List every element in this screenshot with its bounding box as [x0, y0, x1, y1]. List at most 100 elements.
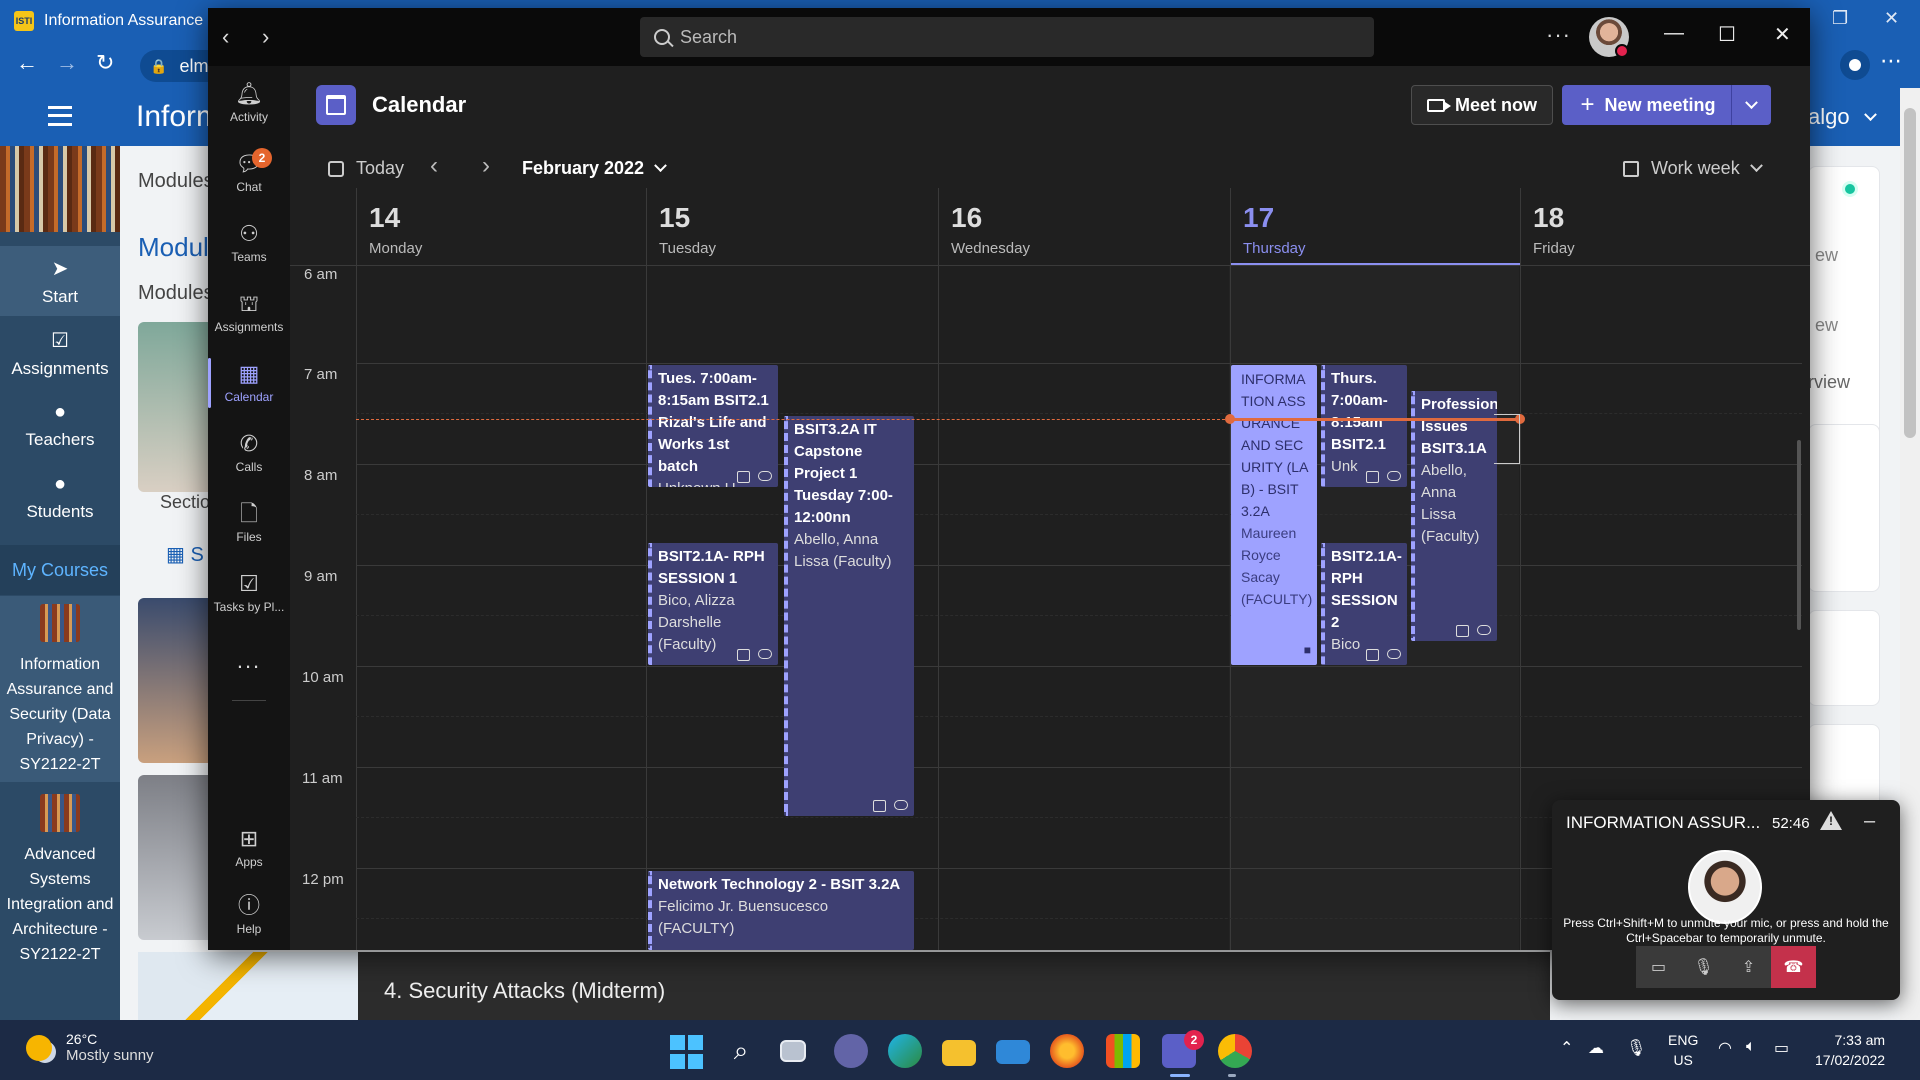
more-apps-icon[interactable]: ...: [208, 648, 290, 674]
calendar-event[interactable]: Thurs. 7:00am-8:15am BSIT2.1 Unk: [1321, 365, 1407, 487]
rail-label: Help: [236, 922, 262, 936]
rail-calendar[interactable]: ▦ Calendar: [208, 350, 290, 416]
calendar-event-active[interactable]: INFORMATION ASSURANCE AND SECURITY (LAB)…: [1231, 365, 1317, 665]
view-switcher[interactable]: Work week: [1623, 158, 1763, 179]
microsoft-store-icon[interactable]: [1106, 1034, 1140, 1068]
weather-widget[interactable]: 26°C Mostly sunny: [26, 1031, 154, 1064]
day-header-monday[interactable]: 14 Monday: [356, 188, 646, 266]
calendar-event[interactable]: BSIT3.2A IT Capstone Project 1 Tuesday 7…: [784, 416, 914, 816]
windows-start-icon[interactable]: [670, 1035, 704, 1069]
restore-icon[interactable]: ❐: [1832, 8, 1848, 29]
system-clock[interactable]: 7:33 am 17/02/2022: [1815, 1030, 1885, 1070]
search-placeholder: Search: [680, 26, 738, 47]
browser-profile-icon[interactable]: [1840, 50, 1870, 80]
rail-files[interactable]: 🗋 Files: [208, 490, 290, 556]
minimize-icon[interactable]: —: [1664, 22, 1684, 45]
module-strip-title[interactable]: 4. Security Attacks (Midterm): [384, 978, 665, 1004]
forward-icon[interactable]: ›: [262, 24, 269, 50]
rail-tasks[interactable]: ☑ Tasks by Pl...: [208, 560, 290, 626]
lms-user-name: algo: [1808, 104, 1850, 129]
calendar-event[interactable]: BSIT2.1A- RPH SESSION 2 Bico: [1321, 543, 1407, 665]
warning-icon[interactable]: [1820, 811, 1842, 830]
today-button[interactable]: Today: [328, 158, 404, 179]
meet-now-button[interactable]: Meet now: [1411, 85, 1553, 125]
hamburger-menu-icon[interactable]: [48, 106, 72, 126]
course-item[interactable]: Information Assurance and Security (Data…: [0, 596, 120, 782]
more-options-icon[interactable]: ···: [1546, 22, 1571, 48]
task-view-icon[interactable]: [780, 1040, 806, 1062]
day-header-thursday[interactable]: 17 Thursday: [1230, 188, 1520, 266]
overview-link[interactable]: rview: [1808, 372, 1880, 416]
day-header-wednesday[interactable]: 16 Wednesday: [938, 188, 1230, 266]
day-header-tuesday[interactable]: 15 Tuesday: [646, 188, 938, 266]
day-header-friday[interactable]: 18 Friday: [1520, 188, 1810, 266]
mail-icon[interactable]: [996, 1040, 1030, 1064]
search-icon[interactable]: ⌕: [724, 1034, 758, 1068]
edge-icon[interactable]: [888, 1034, 922, 1068]
lms-user-menu[interactable]: algo: [1808, 104, 1877, 130]
calendar-event[interactable]: Profession Issues BSIT3.1A Abello, Anna …: [1411, 391, 1497, 641]
lms-nav-label: Teachers: [25, 429, 95, 449]
weather-temp: 26°C: [66, 1031, 98, 1047]
hour-label: 6 am: [304, 266, 338, 283]
new-meeting-dropdown[interactable]: [1731, 85, 1771, 125]
teams-chat-icon[interactable]: [834, 1034, 868, 1068]
my-courses-link[interactable]: My Courses: [0, 545, 120, 595]
close-icon[interactable]: ✕: [1884, 8, 1899, 29]
input-language-indicator[interactable]: ENG US: [1668, 1030, 1698, 1070]
wifi-icon[interactable]: ◠: [1718, 1038, 1732, 1058]
lms-nav-start[interactable]: ➤ Start: [0, 246, 120, 316]
file-explorer-icon[interactable]: [942, 1040, 976, 1066]
back-arrow-icon[interactable]: ←: [16, 50, 38, 76]
rail-activity[interactable]: 🔔︎ Activity: [208, 70, 290, 136]
page-scrollbar[interactable]: [1900, 88, 1920, 1020]
next-week-icon[interactable]: ›: [482, 152, 490, 180]
scrollbar-thumb[interactable]: [1904, 108, 1916, 438]
rail-help[interactable]: ⓘ Help: [208, 882, 290, 948]
browser-menu-icon[interactable]: ⋯: [1880, 48, 1902, 74]
previous-week-icon[interactable]: ‹: [430, 152, 438, 180]
header-divider: [290, 265, 1810, 266]
day-number: 18: [1533, 202, 1565, 233]
battery-icon[interactable]: ▭: [1774, 1038, 1789, 1058]
close-icon[interactable]: ✕: [1774, 22, 1791, 47]
browser-tab[interactable]: ISTI Information Assurance: [14, 6, 203, 36]
lms-nav-students[interactable]: ● Students: [0, 462, 120, 532]
volume-icon[interactable]: 🔈︎: [1746, 1038, 1756, 1056]
calendar-scrollbar[interactable]: [1797, 440, 1801, 630]
calendar-event[interactable]: BSIT2.1A- RPH SESSION 1 Bico, Alizza Dar…: [648, 543, 778, 665]
calendar-event[interactable]: Tues. 7:00am-8:15am BSIT2.1 Rizal's Life…: [648, 365, 778, 487]
mic-muted-icon[interactable]: 🎙︎: [1681, 946, 1726, 988]
firefox-icon[interactable]: [1050, 1034, 1084, 1068]
maximize-icon[interactable]: ☐: [1718, 22, 1736, 47]
show-hidden-icons-chevron-up-icon[interactable]: ⌃: [1560, 1038, 1573, 1058]
onedrive-cloud-icon[interactable]: ☁: [1588, 1038, 1604, 1058]
selected-slot[interactable]: [1494, 414, 1520, 464]
rail-teams[interactable]: ⚇ Teams: [208, 210, 290, 276]
share-screen-icon[interactable]: ⇪: [1726, 946, 1771, 988]
hang-up-icon[interactable]: ☎︎: [1771, 946, 1816, 988]
event-icons: [737, 471, 772, 483]
lms-nav-assignments[interactable]: ☑ Assignments: [0, 318, 120, 388]
new-meeting-button[interactable]: + New meeting: [1562, 85, 1734, 125]
rail-calls[interactable]: ✆ Calls: [208, 420, 290, 486]
teams-search-input[interactable]: Search: [640, 17, 1374, 57]
camera-off-icon[interactable]: ▭: [1636, 946, 1681, 988]
course-thumbnail: [40, 794, 80, 832]
chrome-icon[interactable]: [1218, 1034, 1252, 1068]
modules-tab[interactable]: Modules: [138, 170, 214, 193]
mic-muted-tray-icon[interactable]: 🎙︎: [1626, 1038, 1646, 1058]
rail-chat[interactable]: 💬︎ Chat 2: [208, 140, 290, 206]
calendar-event[interactable]: Network Technology 2 - BSIT 3.2A Felicim…: [648, 871, 914, 950]
refresh-icon[interactable]: ↻: [96, 50, 114, 76]
month-picker[interactable]: February 2022: [522, 158, 667, 179]
lms-nav-teachers[interactable]: ● Teachers: [0, 390, 120, 460]
rail-assignments[interactable]: ⛫ Assignments: [208, 280, 290, 346]
section-link[interactable]: ▦ S: [166, 542, 204, 567]
rail-apps[interactable]: ⊞ Apps: [208, 815, 290, 881]
minimize-icon[interactable]: –: [1864, 810, 1875, 833]
call-mini-window[interactable]: INFORMATION ASSUR... 52:46 – Press Ctrl+…: [1552, 800, 1900, 1000]
course-item[interactable]: Advanced Systems Integration and Archite…: [0, 786, 120, 986]
forward-arrow-icon[interactable]: →: [56, 50, 78, 76]
back-icon[interactable]: ‹: [222, 24, 229, 50]
